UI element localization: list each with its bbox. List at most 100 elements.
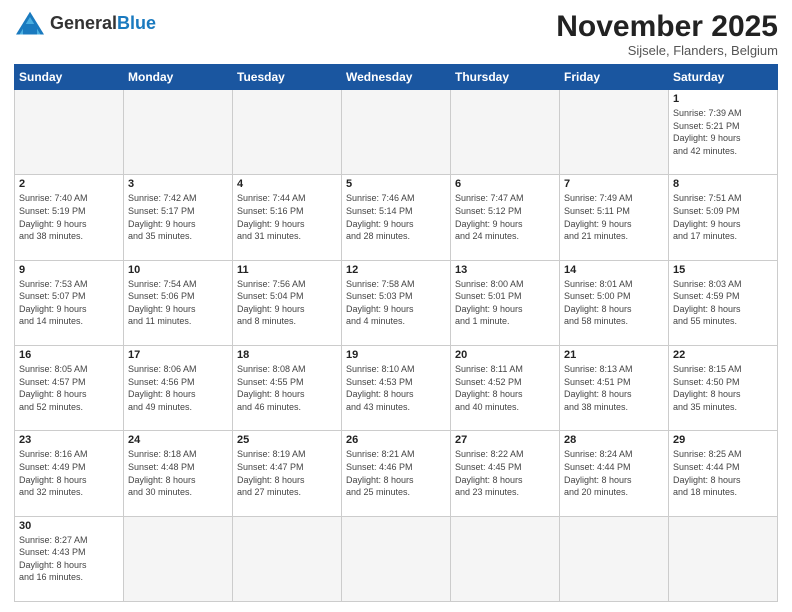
calendar-cell <box>451 90 560 175</box>
calendar-cell <box>233 516 342 601</box>
day-number: 18 <box>237 349 337 361</box>
day-info: Sunrise: 8:15 AM Sunset: 4:50 PM Dayligh… <box>673 363 773 413</box>
day-info: Sunrise: 8:21 AM Sunset: 4:46 PM Dayligh… <box>346 448 446 498</box>
day-info: Sunrise: 8:03 AM Sunset: 4:59 PM Dayligh… <box>673 278 773 328</box>
day-number: 17 <box>128 349 228 361</box>
day-info: Sunrise: 8:05 AM Sunset: 4:57 PM Dayligh… <box>19 363 119 413</box>
calendar-cell <box>15 90 124 175</box>
day-info: Sunrise: 7:44 AM Sunset: 5:16 PM Dayligh… <box>237 192 337 242</box>
day-number: 13 <box>455 264 555 276</box>
calendar-week-row-3: 16 Sunrise: 8:05 AM Sunset: 4:57 PM Dayli… <box>15 345 778 430</box>
calendar-cell: 23Sunrise: 8:16 AM Sunset: 4:49 PM Dayli… <box>15 431 124 516</box>
calendar-cell: 11Sunrise: 7:56 AM Sunset: 5:04 PM Dayli… <box>233 260 342 345</box>
calendar-cell: 12 Sunrise: 7:58 AM Sunset: 5:03 PM Dayli… <box>342 260 451 345</box>
calendar-week-row-4: 23Sunrise: 8:16 AM Sunset: 4:49 PM Dayli… <box>15 431 778 516</box>
header: GeneralBlue November 2025 Sijsele, Fland… <box>14 10 778 58</box>
calendar-cell: 20 Sunrise: 8:11 AM Sunset: 4:52 PM Dayli… <box>451 345 560 430</box>
logo: GeneralBlue <box>14 10 156 38</box>
logo-icon <box>14 10 46 38</box>
calendar-cell: 14 Sunrise: 8:01 AM Sunset: 5:00 PM Dayli… <box>560 260 669 345</box>
col-saturday: Saturday <box>669 65 778 90</box>
col-monday: Monday <box>124 65 233 90</box>
calendar-table: Sunday Monday Tuesday Wednesday Thursday… <box>14 64 778 602</box>
calendar-header-row: Sunday Monday Tuesday Wednesday Thursday… <box>15 65 778 90</box>
calendar-cell: 30 Sunrise: 8:27 AM Sunset: 4:43 PM Dayli… <box>15 516 124 601</box>
day-number: 4 <box>237 178 337 190</box>
col-thursday: Thursday <box>451 65 560 90</box>
title-block: November 2025 Sijsele, Flanders, Belgium <box>556 10 778 58</box>
day-number: 5 <box>346 178 446 190</box>
calendar-cell: 8 Sunrise: 7:51 AM Sunset: 5:09 PM Daylig… <box>669 175 778 260</box>
day-number: 25 <box>237 434 337 446</box>
day-info: Sunrise: 7:53 AM Sunset: 5:07 PM Dayligh… <box>19 278 119 328</box>
day-info: Sunrise: 8:01 AM Sunset: 5:00 PM Dayligh… <box>564 278 664 328</box>
calendar-cell: 2Sunrise: 7:40 AM Sunset: 5:19 PM Daylig… <box>15 175 124 260</box>
day-number: 21 <box>564 349 664 361</box>
day-number: 22 <box>673 349 773 361</box>
day-info: Sunrise: 8:11 AM Sunset: 4:52 PM Dayligh… <box>455 363 555 413</box>
logo-blue: Blue <box>117 13 156 33</box>
day-number: 30 <box>19 520 119 532</box>
subtitle: Sijsele, Flanders, Belgium <box>556 43 778 58</box>
col-tuesday: Tuesday <box>233 65 342 90</box>
day-number: 6 <box>455 178 555 190</box>
day-number: 1 <box>673 93 773 105</box>
calendar-cell: 3Sunrise: 7:42 AM Sunset: 5:17 PM Daylig… <box>124 175 233 260</box>
calendar-week-row-1: 2Sunrise: 7:40 AM Sunset: 5:19 PM Daylig… <box>15 175 778 260</box>
calendar-cell: 10Sunrise: 7:54 AM Sunset: 5:06 PM Dayli… <box>124 260 233 345</box>
calendar-cell <box>342 516 451 601</box>
day-number: 20 <box>455 349 555 361</box>
day-info: Sunrise: 7:40 AM Sunset: 5:19 PM Dayligh… <box>19 192 119 242</box>
day-info: Sunrise: 7:58 AM Sunset: 5:03 PM Dayligh… <box>346 278 446 328</box>
day-info: Sunrise: 8:10 AM Sunset: 4:53 PM Dayligh… <box>346 363 446 413</box>
calendar-cell <box>560 516 669 601</box>
day-info: Sunrise: 8:13 AM Sunset: 4:51 PM Dayligh… <box>564 363 664 413</box>
page: GeneralBlue November 2025 Sijsele, Fland… <box>0 0 792 612</box>
calendar-cell: 13Sunrise: 8:00 AM Sunset: 5:01 PM Dayli… <box>451 260 560 345</box>
day-info: Sunrise: 7:46 AM Sunset: 5:14 PM Dayligh… <box>346 192 446 242</box>
calendar-cell: 19 Sunrise: 8:10 AM Sunset: 4:53 PM Dayli… <box>342 345 451 430</box>
day-number: 14 <box>564 264 664 276</box>
day-number: 11 <box>237 264 337 276</box>
day-info: Sunrise: 7:42 AM Sunset: 5:17 PM Dayligh… <box>128 192 228 242</box>
calendar-cell: 5 Sunrise: 7:46 AM Sunset: 5:14 PM Daylig… <box>342 175 451 260</box>
day-info: Sunrise: 8:16 AM Sunset: 4:49 PM Dayligh… <box>19 448 119 498</box>
day-info: Sunrise: 8:25 AM Sunset: 4:44 PM Dayligh… <box>673 448 773 498</box>
calendar-week-row-2: 9 Sunrise: 7:53 AM Sunset: 5:07 PM Daylig… <box>15 260 778 345</box>
day-info: Sunrise: 8:19 AM Sunset: 4:47 PM Dayligh… <box>237 448 337 498</box>
calendar-cell: 4 Sunrise: 7:44 AM Sunset: 5:16 PM Daylig… <box>233 175 342 260</box>
day-number: 16 <box>19 349 119 361</box>
calendar-week-row-0: 1Sunrise: 7:39 AM Sunset: 5:21 PM Daylig… <box>15 90 778 175</box>
calendar-week-row-5: 30 Sunrise: 8:27 AM Sunset: 4:43 PM Dayli… <box>15 516 778 601</box>
day-info: Sunrise: 8:08 AM Sunset: 4:55 PM Dayligh… <box>237 363 337 413</box>
day-number: 26 <box>346 434 446 446</box>
day-info: Sunrise: 8:06 AM Sunset: 4:56 PM Dayligh… <box>128 363 228 413</box>
day-number: 12 <box>346 264 446 276</box>
calendar-cell <box>233 90 342 175</box>
col-wednesday: Wednesday <box>342 65 451 90</box>
day-number: 8 <box>673 178 773 190</box>
calendar-cell: 1Sunrise: 7:39 AM Sunset: 5:21 PM Daylig… <box>669 90 778 175</box>
calendar-cell: 17 Sunrise: 8:06 AM Sunset: 4:56 PM Dayli… <box>124 345 233 430</box>
calendar-cell <box>451 516 560 601</box>
calendar-cell: 24Sunrise: 8:18 AM Sunset: 4:48 PM Dayli… <box>124 431 233 516</box>
day-number: 9 <box>19 264 119 276</box>
day-info: Sunrise: 8:24 AM Sunset: 4:44 PM Dayligh… <box>564 448 664 498</box>
calendar-cell: 28Sunrise: 8:24 AM Sunset: 4:44 PM Dayli… <box>560 431 669 516</box>
day-info: Sunrise: 8:22 AM Sunset: 4:45 PM Dayligh… <box>455 448 555 498</box>
logo-text: GeneralBlue <box>50 14 156 34</box>
day-number: 15 <box>673 264 773 276</box>
calendar-cell <box>669 516 778 601</box>
calendar-cell: 7Sunrise: 7:49 AM Sunset: 5:11 PM Daylig… <box>560 175 669 260</box>
day-number: 29 <box>673 434 773 446</box>
calendar-cell: 18 Sunrise: 8:08 AM Sunset: 4:55 PM Dayli… <box>233 345 342 430</box>
day-number: 19 <box>346 349 446 361</box>
calendar-cell <box>124 516 233 601</box>
day-info: Sunrise: 8:27 AM Sunset: 4:43 PM Dayligh… <box>19 534 119 584</box>
calendar-cell: 29 Sunrise: 8:25 AM Sunset: 4:44 PM Dayli… <box>669 431 778 516</box>
day-info: Sunrise: 7:51 AM Sunset: 5:09 PM Dayligh… <box>673 192 773 242</box>
calendar-cell: 9 Sunrise: 7:53 AM Sunset: 5:07 PM Daylig… <box>15 260 124 345</box>
col-sunday: Sunday <box>15 65 124 90</box>
calendar-cell: 16 Sunrise: 8:05 AM Sunset: 4:57 PM Dayli… <box>15 345 124 430</box>
calendar-cell: 6Sunrise: 7:47 AM Sunset: 5:12 PM Daylig… <box>451 175 560 260</box>
